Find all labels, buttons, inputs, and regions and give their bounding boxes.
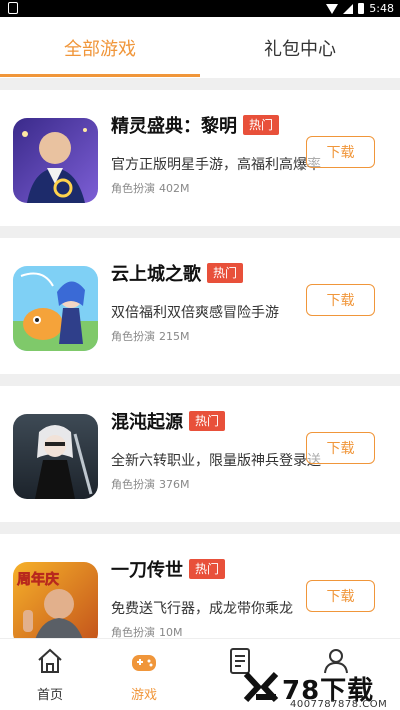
game-size: 402M	[159, 182, 190, 195]
download-button[interactable]: 下载	[306, 432, 375, 464]
game-category: 角色扮演	[111, 478, 155, 491]
section-divider	[0, 374, 400, 386]
notification-icon	[8, 2, 18, 14]
nav-label-games: 游戏	[130, 688, 157, 703]
nav-label-home: 首页	[36, 688, 63, 703]
game-size: 376M	[159, 478, 190, 491]
game-category: 角色扮演	[111, 330, 155, 343]
game-title: 精灵盛典：黎明	[111, 116, 237, 137]
game-thumbnail: 周年庆	[13, 562, 98, 647]
gamepad-icon	[132, 655, 156, 671]
game-category: 角色扮演	[111, 182, 155, 195]
hot-badge: 热门	[189, 559, 226, 579]
hot-badge: 热门	[243, 115, 280, 135]
watermark-logo-icon	[243, 671, 279, 703]
game-meta: 角色扮演 402M	[111, 180, 190, 196]
game-list-item[interactable]: 混沌起源 热门 全新六转职业，限量版神兵登录送 角色扮演 376M 下载	[0, 386, 400, 522]
nav-item-home[interactable]: 首页	[0, 639, 100, 710]
game-description: 双倍福利双倍爽感冒险手游	[111, 305, 279, 321]
game-size: 215M	[159, 330, 190, 343]
game-list-item[interactable]: 云上城之歌 热门 双倍福利双倍爽感冒险手游 角色扮演 215M 下载	[0, 238, 400, 374]
signal-icon	[343, 3, 354, 14]
nav-item-games[interactable]: 游戏	[94, 639, 194, 710]
watermark: 78下载 4007787878.COM	[240, 668, 400, 710]
game-list-item[interactable]: 周年庆 一刀传世 热门 免费送飞行器，成龙带你乘龙 角色扮演 10M 下载	[0, 534, 400, 647]
game-meta: 角色扮演 215M	[111, 328, 190, 344]
status-icons: 5:48	[326, 0, 394, 17]
game-meta: 角色扮演 376M	[111, 476, 190, 492]
wifi-icon	[326, 3, 339, 14]
game-list-item[interactable]: 精灵盛典：黎明 热门 官方正版明星手游，高福利高爆率 角色扮演 402M 下载	[0, 90, 400, 226]
active-tab-indicator	[0, 74, 200, 77]
home-icon	[38, 648, 62, 673]
battery-icon	[358, 3, 365, 14]
game-thumbnail	[13, 118, 98, 203]
section-divider	[0, 226, 400, 238]
tab-all-games[interactable]: 全部游戏	[0, 17, 200, 78]
download-button[interactable]: 下载	[306, 580, 375, 612]
game-description: 全新六转职业，限量版神兵登录送	[111, 453, 321, 469]
tab-bar: 全部游戏 礼包中心	[0, 17, 400, 78]
download-button[interactable]: 下载	[306, 136, 375, 168]
game-description: 免费送飞行器，成龙带你乘龙	[111, 601, 293, 617]
section-divider	[0, 78, 400, 90]
hot-badge: 热门	[189, 411, 226, 431]
game-title: 一刀传世	[111, 560, 183, 581]
game-thumbnail	[13, 414, 98, 499]
anniversary-label: 周年庆	[17, 571, 59, 588]
hot-badge: 热门	[207, 263, 244, 283]
game-description: 官方正版明星手游，高福利高爆率	[111, 157, 321, 173]
game-title: 混沌起源	[111, 412, 183, 433]
download-button[interactable]: 下载	[306, 284, 375, 316]
status-time: 5:48	[369, 2, 394, 15]
section-divider	[0, 522, 400, 534]
game-thumbnail	[13, 266, 98, 351]
game-title: 云上城之歌	[111, 264, 201, 285]
tab-gift-center[interactable]: 礼包中心	[200, 17, 400, 78]
watermark-site: 4007787878.COM	[290, 699, 388, 710]
status-bar: 5:48	[0, 0, 400, 17]
